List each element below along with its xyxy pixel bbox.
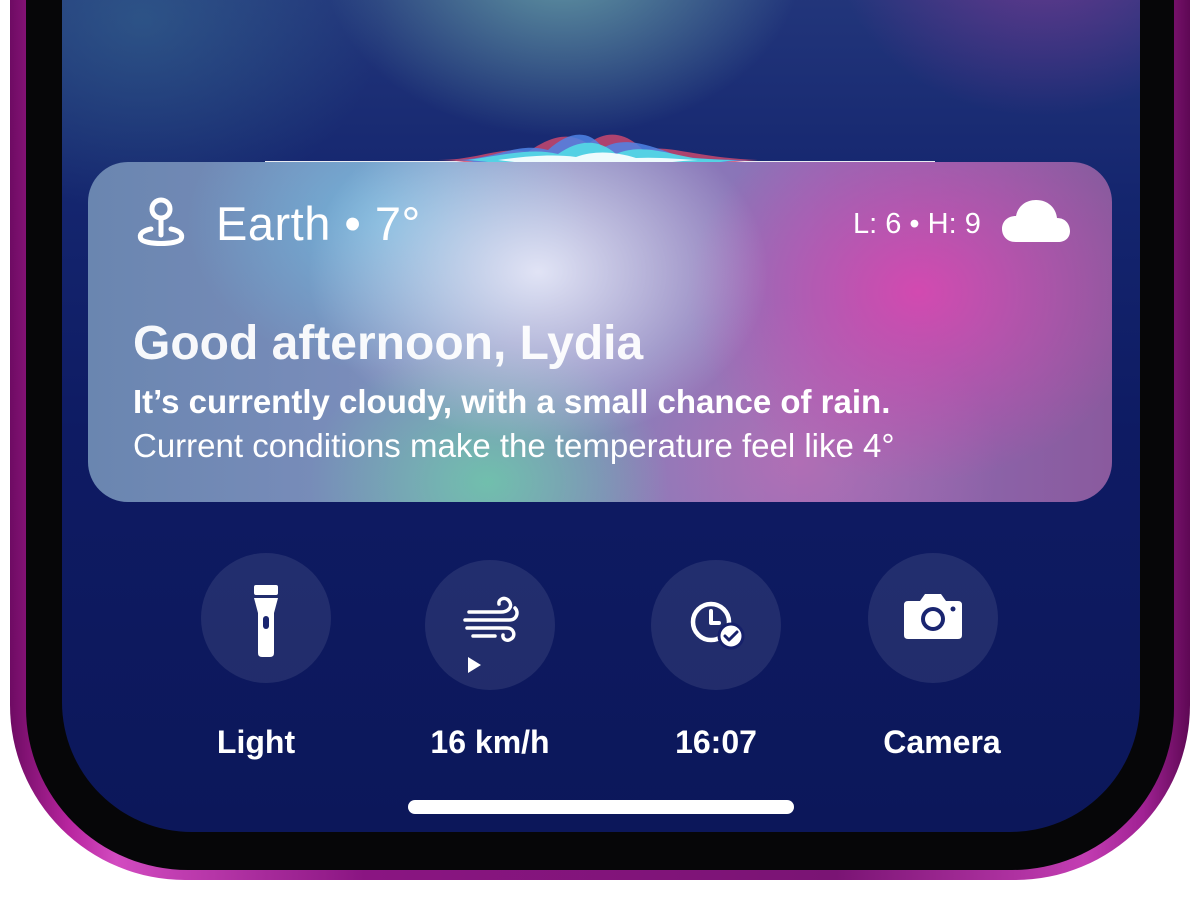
camera-icon <box>904 594 962 639</box>
clock-check-icon <box>690 601 745 650</box>
wind-speed-label: 16 km/h <box>430 724 550 760</box>
camera-label: Camera <box>883 724 1001 760</box>
condition-summary: It’s currently cloudy, with a small chan… <box>133 383 891 420</box>
wind-icon <box>463 596 519 673</box>
wind-speed-button[interactable] <box>425 560 555 690</box>
greeting-heading: Good afternoon, Lydia <box>133 317 644 370</box>
feels-like-text: Current conditions make the temperature … <box>133 427 895 464</box>
low-high-temperature: L: 6 • H: 9 <box>853 208 981 240</box>
clock-button[interactable] <box>651 560 781 690</box>
flashlight-icon <box>254 585 278 657</box>
camera-button[interactable] <box>868 553 998 683</box>
time-label: 16:07 <box>675 724 757 760</box>
map-pin-icon <box>137 197 185 246</box>
location-temperature: Earth • 7° <box>216 197 421 250</box>
home-indicator[interactable] <box>408 800 794 814</box>
flashlight-label: Light <box>216 724 296 760</box>
cloud-icon <box>1002 200 1070 242</box>
flashlight-button[interactable] <box>201 553 331 683</box>
